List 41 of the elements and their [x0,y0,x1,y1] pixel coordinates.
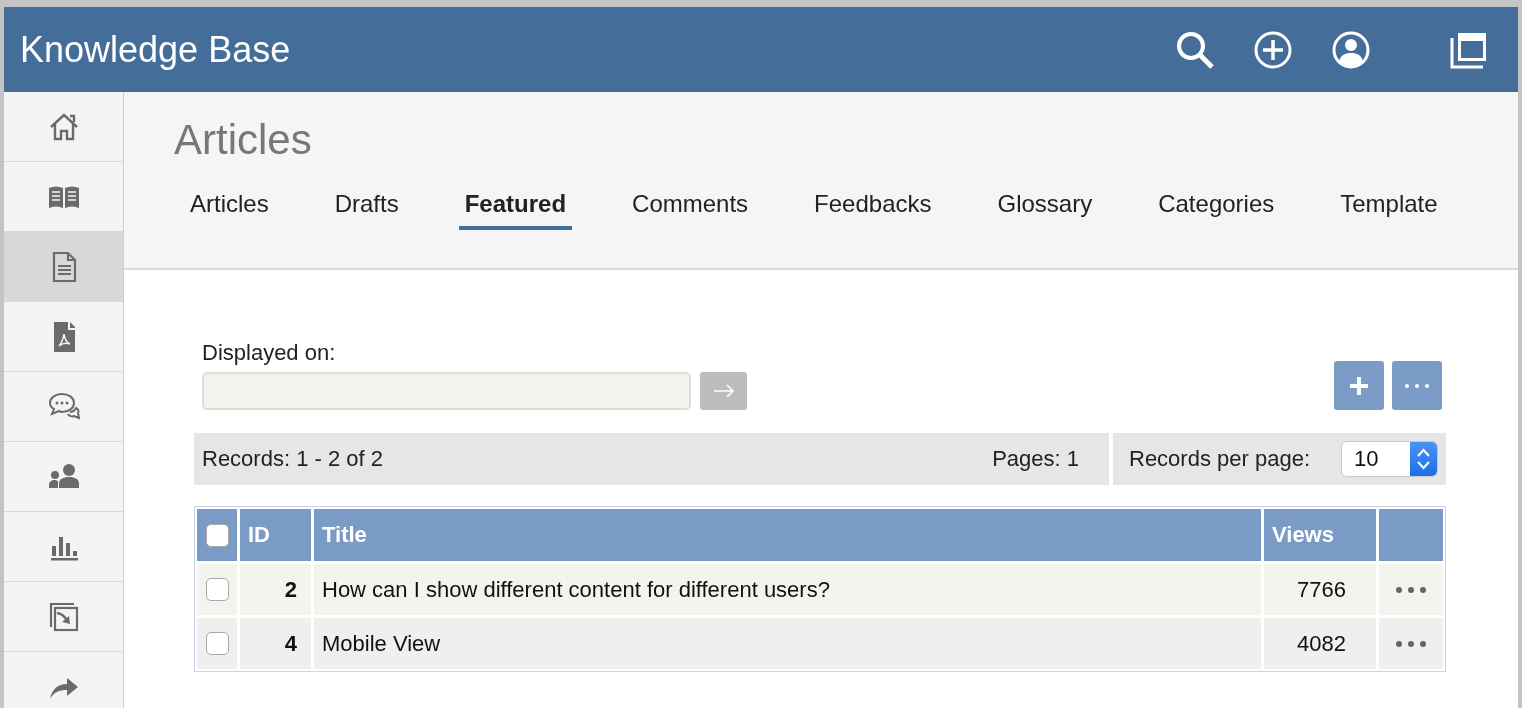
plus-circle-icon [1253,29,1293,70]
export-icon [47,600,80,633]
search-button[interactable] [1175,29,1215,70]
tab[interactable]: Template [1334,184,1444,230]
more-icon[interactable] [1396,640,1426,647]
select-all-checkbox[interactable] [205,523,229,547]
search-icon [1175,29,1215,70]
profile-button[interactable] [1331,29,1371,70]
more-icon[interactable] [1396,586,1426,593]
row-checkbox[interactable] [205,578,229,601]
field-label: Displayed on: [202,340,336,366]
user-circle-icon [1331,29,1371,70]
page-heading: Articles [174,116,313,164]
more-icon [1405,383,1429,388]
input-field[interactable] [202,372,691,410]
page-size-label: Records per page: [1129,446,1310,472]
pages-count: Pages: 1 [992,446,1079,472]
table-cell: 2 [240,564,311,615]
table-cell: How can I show different content for different users? [314,564,1261,615]
sidebar-item[interactable] [4,232,123,302]
tab[interactable]: Featured [458,184,573,230]
page-size-select[interactable]: 10 [1341,441,1438,477]
plus-icon [1349,375,1369,396]
row-checkbox[interactable] [205,632,229,655]
table-cell: Mobile View [314,618,1261,669]
tab[interactable]: Drafts [328,184,405,230]
tab[interactable]: Glossary [991,184,1099,230]
tab[interactable]: Feedbacks [808,184,938,230]
app-title: Knowledge Base [20,28,291,71]
tab[interactable]: Comments [626,184,755,230]
column-header [1379,509,1443,561]
tab[interactable]: Articles [184,184,275,230]
table-cell: 7766 [1264,564,1376,615]
add-button[interactable] [1253,29,1293,70]
arrow-right-icon [712,384,735,398]
add-button[interactable] [1334,361,1384,410]
stepper-icon [1410,442,1437,476]
table-cell: 4 [240,618,311,669]
tab[interactable]: Categories [1152,184,1281,230]
table-cell: 4082 [1264,618,1376,669]
records-count: Records: 1 - 2 of 2 [202,446,383,472]
